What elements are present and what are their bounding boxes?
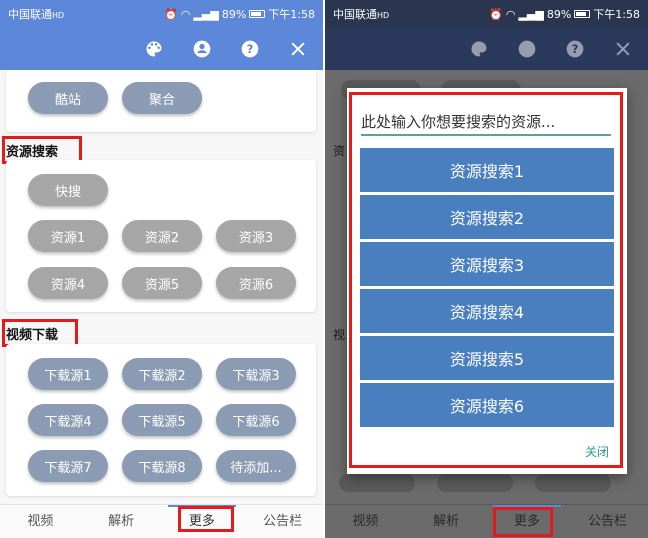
resource-1-button[interactable]: 资源1 [28, 220, 108, 252]
download-source-3-button[interactable]: 下载源3 [216, 358, 296, 390]
app-bar: ? [0, 28, 323, 70]
battery-text: 89% [221, 7, 247, 21]
nav-announcement[interactable]: 公告栏 [242, 505, 323, 538]
resource-2-button[interactable]: 资源2 [122, 220, 202, 252]
download-source-5-button[interactable]: 下载源5 [122, 404, 202, 436]
help-icon[interactable]: ? [239, 38, 261, 60]
alarm-icon: ⏰ [164, 7, 178, 21]
time-text: 下午1:58 [268, 8, 315, 21]
video-download-highlight [2, 319, 78, 347]
kuzhan-button[interactable]: 酷站 [28, 82, 108, 114]
main-screen: 中国联通HD ⏰ ◠ ▂▄▆ 89% 下午1:58 ? 酷站 聚合 资源搜索 快… [0, 0, 323, 538]
dimmed-section-label: 资 [333, 144, 346, 158]
wifi-icon: ◠ [505, 7, 516, 21]
palette-icon[interactable] [143, 38, 165, 60]
download-source-1-button[interactable]: 下载源1 [28, 358, 108, 390]
nav-parse[interactable]: 解析 [406, 505, 487, 538]
signal-icon: ▂▄▆ [518, 7, 544, 21]
alarm-icon: ⏰ [489, 7, 503, 21]
signal-icon: ▂▄▆ [193, 7, 219, 21]
juhe-button[interactable]: 聚合 [122, 82, 202, 114]
account-icon [516, 38, 538, 60]
dialog-highlight [349, 92, 623, 468]
nav-announcement[interactable]: 公告栏 [567, 505, 648, 538]
battery-icon [574, 10, 591, 18]
search-dialog-screen: 中国联通HD ⏰ ◠ ▂▄▆ 89% 下午1:58 ? 资 视 此处输入你想要搜… [325, 0, 648, 538]
app-bar: ? [325, 28, 648, 70]
resource-4-button[interactable]: 资源4 [28, 267, 108, 299]
battery-icon [249, 10, 266, 18]
wifi-icon: ◠ [180, 7, 191, 21]
resource-6-button[interactable]: 资源6 [216, 267, 296, 299]
pending-add-button[interactable]: 待添加... [216, 450, 296, 482]
status-bar: 中国联通HD ⏰ ◠ ▂▄▆ 89% 下午1:58 [0, 0, 323, 28]
help-icon: ? [564, 38, 586, 60]
download-source-8-button[interactable]: 下载源8 [122, 450, 202, 482]
nav-parse[interactable]: 解析 [81, 505, 162, 538]
download-source-7-button[interactable]: 下载源7 [28, 450, 108, 482]
carrier-text: 中国联通HD [333, 8, 390, 21]
close-icon[interactable] [287, 38, 309, 60]
close-icon [612, 38, 634, 60]
resource-5-button[interactable]: 资源5 [122, 267, 202, 299]
carrier-text: 中国联通HD [8, 8, 65, 21]
svg-text:?: ? [572, 42, 579, 56]
download-source-2-button[interactable]: 下载源2 [122, 358, 202, 390]
download-source-4-button[interactable]: 下载源4 [28, 404, 108, 436]
nav-video[interactable]: 视频 [325, 505, 406, 538]
bottom-nav: 视频 解析 更多 公告栏 [325, 504, 648, 538]
top-card: 酷站 聚合 [6, 70, 316, 132]
time-text: 下午1:58 [593, 8, 640, 21]
svg-text:?: ? [247, 42, 254, 56]
nav-more-highlight [493, 507, 553, 537]
status-bar: 中国联通HD ⏰ ◠ ▂▄▆ 89% 下午1:58 [325, 0, 648, 28]
account-icon[interactable] [191, 38, 213, 60]
palette-icon [468, 38, 490, 60]
dimmed-section-label: 视 [333, 328, 346, 342]
battery-text: 89% [546, 7, 572, 21]
nav-video[interactable]: 视频 [0, 505, 81, 538]
video-download-card: 下载源1 下载源2 下载源3 下载源4 下载源5 下载源6 下载源7 下载源8 … [6, 344, 316, 496]
nav-more-highlight [178, 506, 234, 532]
bottom-nav: 视频 解析 更多 公告栏 [0, 504, 323, 538]
resource-search-card: 快搜 资源1 资源2 资源3 资源4 资源5 资源6 [6, 160, 316, 312]
resource-3-button[interactable]: 资源3 [216, 220, 296, 252]
quick-search-button[interactable]: 快搜 [28, 174, 108, 206]
download-source-6-button[interactable]: 下载源6 [216, 404, 296, 436]
